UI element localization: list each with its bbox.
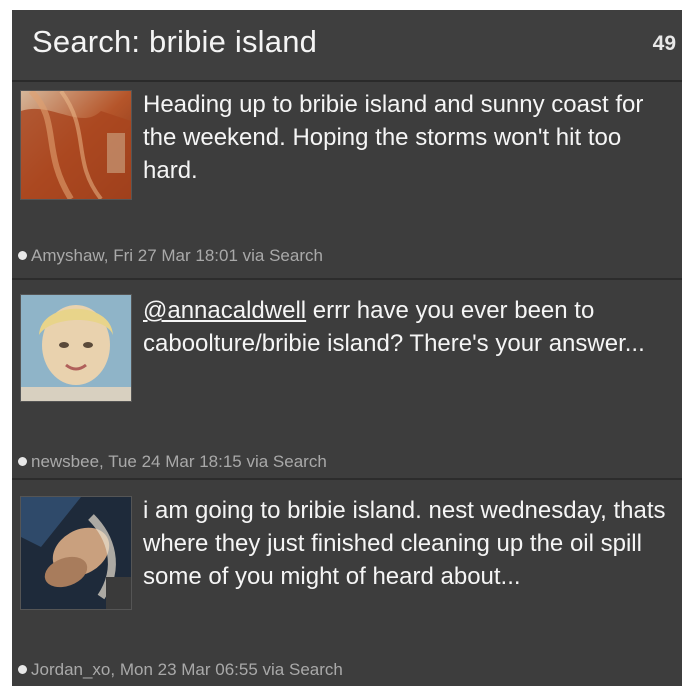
tweet-text: i am going to bribie island. nest wednes… bbox=[143, 497, 666, 590]
tweet-item[interactable]: @annacaldwell errr have you ever been to… bbox=[12, 280, 682, 480]
bullet-icon bbox=[18, 251, 27, 260]
search-results-panel: Search: bribie island 49 Heading up to b… bbox=[12, 10, 682, 686]
bullet-icon bbox=[18, 457, 27, 466]
avatar-image bbox=[21, 497, 131, 609]
user-avatar[interactable] bbox=[20, 90, 132, 200]
tweet-item[interactable]: Heading up to bribie island and sunny co… bbox=[12, 82, 682, 280]
avatar-image bbox=[21, 91, 131, 199]
result-count: 49 bbox=[652, 32, 676, 55]
tweet-meta: Amyshaw, Fri 27 Mar 18:01 via Search bbox=[18, 246, 323, 266]
tweet-author-time[interactable]: Amyshaw, Fri 27 Mar 18:01 via Search bbox=[31, 246, 323, 265]
tweet-text: Heading up to bribie island and sunny co… bbox=[143, 91, 644, 184]
search-title: Search: bribie island bbox=[32, 24, 318, 59]
tweet-text: @annacaldwell errr have you ever been to… bbox=[143, 294, 673, 360]
tweet-item[interactable]: i am going to bribie island. nest wednes… bbox=[12, 480, 682, 686]
tweet-meta: newsbee, Tue 24 Mar 18:15 via Search bbox=[18, 452, 327, 472]
user-avatar[interactable] bbox=[20, 496, 132, 610]
tweet-meta: Jordan_xo, Mon 23 Mar 06:55 via Search bbox=[18, 660, 343, 680]
mention-link[interactable]: @annacaldwell bbox=[143, 297, 306, 324]
tweet-author-time[interactable]: newsbee, Tue 24 Mar 18:15 via Search bbox=[31, 452, 327, 471]
user-avatar[interactable] bbox=[20, 294, 132, 402]
tweet-author-time[interactable]: Jordan_xo, Mon 23 Mar 06:55 via Search bbox=[31, 660, 343, 679]
bullet-icon bbox=[18, 665, 27, 674]
search-header: Search: bribie island 49 bbox=[12, 10, 682, 82]
avatar-image bbox=[21, 295, 131, 401]
